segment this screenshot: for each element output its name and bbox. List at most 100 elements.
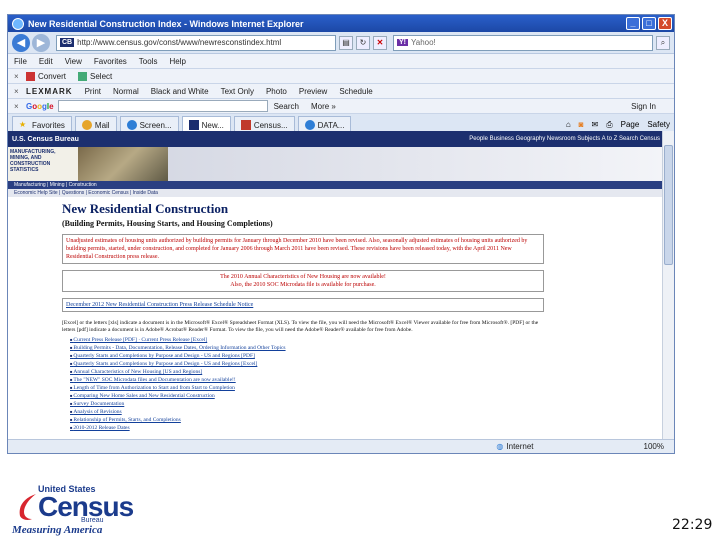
census-top-links[interactable]: People Business Geography Newsroom Subje…: [469, 136, 660, 142]
vertical-scrollbar[interactable]: [662, 131, 674, 441]
lexmark-black-white[interactable]: Black and White: [151, 87, 209, 96]
back-button[interactable]: ◀: [12, 33, 30, 52]
announcement-line[interactable]: Also, the 2010 SOC Microdata file is ava…: [66, 281, 540, 289]
print-icon[interactable]: ⎙: [606, 120, 612, 130]
site-favicon: CB: [60, 38, 75, 47]
google-toolbar: × Google Search More » Sign In: [8, 99, 674, 114]
google-signin-button[interactable]: Sign In: [631, 102, 656, 111]
zoom-level[interactable]: 100%: [644, 442, 664, 451]
lexmark-normal[interactable]: Normal: [113, 87, 139, 96]
close-toolbar-icon[interactable]: ×: [14, 102, 26, 111]
security-zone[interactable]: ◍ Internet: [496, 442, 533, 451]
announcement-box: The 2010 Annual Characteristics of New H…: [62, 270, 544, 292]
ie-icon: [126, 120, 137, 130]
convert-button[interactable]: Convert: [26, 71, 67, 81]
list-item[interactable]: Annual Characteristics of New Housing [U…: [70, 368, 664, 376]
page-subtitle: (Building Permits, Housing Starts, and H…: [62, 219, 273, 228]
list-item[interactable]: Current Press Release [PDF] · Current Pr…: [70, 336, 664, 344]
scrollbar-thumb[interactable]: [664, 145, 673, 265]
list-item[interactable]: Relationship of Permits, Starts, and Com…: [70, 416, 664, 424]
globe-icon: ◍: [496, 442, 504, 451]
list-item[interactable]: Length of Time from Authorization to Sta…: [70, 384, 664, 392]
page-title: New Residential Construction: [62, 201, 229, 216]
select-label: Select: [90, 71, 113, 81]
ie-icon: [304, 120, 315, 130]
menu-tools[interactable]: Tools: [139, 57, 158, 66]
banner-section-title: MANUFACTURING, MINING, AND CONSTRUCTION …: [8, 147, 78, 181]
tab-label: DATA...: [317, 120, 345, 130]
announcement-line[interactable]: The 2010 Annual Characteristics of New H…: [66, 273, 540, 281]
tab-label: New...: [201, 120, 224, 130]
list-item[interactable]: Survey Documentation: [70, 400, 664, 408]
stop-icon[interactable]: ✕: [373, 35, 387, 50]
census-banner: MANUFACTURING, MINING, AND CONSTRUCTION …: [8, 147, 664, 181]
lexmark-photo[interactable]: Photo: [266, 87, 287, 96]
status-bar: ◍ Internet 100%: [8, 439, 674, 453]
menu-view[interactable]: View: [65, 57, 82, 66]
search-engine-label: Yahoo!: [411, 38, 436, 47]
mail-icon[interactable]: ✉: [592, 120, 599, 129]
close-toolbar-icon[interactable]: ×: [14, 72, 26, 81]
maximize-button[interactable]: □: [642, 17, 656, 30]
compat-icon[interactable]: ▤: [339, 35, 353, 50]
refresh-icon[interactable]: ↻: [356, 35, 370, 50]
minimize-button[interactable]: _: [626, 17, 640, 30]
feeds-icon[interactable]: ◙: [579, 120, 584, 129]
mail-icon: [81, 120, 92, 130]
close-toolbar-icon[interactable]: ×: [14, 87, 26, 96]
list-item[interactable]: 2010-2012 Release Dates: [70, 424, 664, 432]
menu-help[interactable]: Help: [169, 57, 185, 66]
logo-bureau: Bureau: [81, 517, 104, 524]
lexmark-toolbar: × LEXMARK Print Normal Black and White T…: [8, 84, 674, 99]
census-logo: United States Census Bureau Measuring Am…: [12, 484, 134, 536]
convert-label: Convert: [38, 71, 67, 81]
forward-button[interactable]: ▶: [32, 33, 50, 52]
home-icon[interactable]: ⌂: [566, 120, 571, 129]
address-row: ◀ ▶ CB http://www.census.gov/const/www/n…: [8, 32, 674, 54]
select-icon: [78, 71, 88, 81]
google-search-input[interactable]: [57, 100, 268, 112]
yahoo-favicon: [240, 120, 251, 130]
zone-label: Internet: [506, 442, 534, 451]
list-item[interactable]: The "NEW" SOC Microdata files and Docume…: [70, 376, 664, 384]
menu-bar: File Edit View Favorites Tools Help: [8, 54, 674, 69]
list-item[interactable]: Quarterly Starts and Completions by Purp…: [70, 360, 664, 368]
lexmark-text-only[interactable]: Text Only: [221, 87, 254, 96]
census-nav[interactable]: Manufacturing | Mining | Construction: [8, 181, 664, 189]
menu-edit[interactable]: Edit: [39, 57, 53, 66]
convert-toolbar: × Convert Select: [8, 69, 674, 84]
list-item[interactable]: Building Permits - Data, Documentation, …: [70, 344, 664, 352]
resource-list: Current Press Release [PDF] · Current Pr…: [70, 336, 664, 432]
tab-label: Screen...: [139, 120, 172, 130]
schedule-notice-link[interactable]: December 2012 New Residential Constructi…: [62, 298, 544, 312]
lexmark-preview[interactable]: Preview: [299, 87, 327, 96]
slide-clock: 22:29: [672, 517, 713, 533]
command-bar: ⌂ ◙ ✉ ⎙ Page Safety: [558, 120, 670, 130]
safety-menu[interactable]: Safety: [647, 120, 670, 129]
google-search-button[interactable]: Search: [274, 102, 299, 111]
list-item[interactable]: Comparing New Home Sales and New Residen…: [70, 392, 664, 400]
census-subnav[interactable]: Economic Help Site | Questions | Economi…: [8, 189, 664, 197]
list-item[interactable]: Analysis of Revisions: [70, 408, 664, 416]
ie-icon: [12, 17, 24, 30]
lexmark-print[interactable]: Print: [85, 87, 101, 96]
google-more-button[interactable]: More »: [311, 102, 336, 111]
census-favicon: [188, 120, 199, 130]
page-menu[interactable]: Page: [621, 120, 640, 129]
tab-label: Census...: [253, 120, 288, 130]
address-bar[interactable]: CB http://www.census.gov/const/www/newre…: [56, 34, 336, 51]
menu-file[interactable]: File: [14, 57, 27, 66]
close-button[interactable]: X: [658, 17, 672, 30]
census-brand[interactable]: U.S. Census Bureau: [12, 136, 79, 143]
tab-label: Favorites: [32, 120, 65, 130]
search-input[interactable]: Y! Yahoo!: [393, 34, 653, 51]
banner-photo: [78, 147, 168, 181]
list-item[interactable]: Quarterly Starts and Completions by Purp…: [70, 352, 664, 360]
address-url: http://www.census.gov/const/www/newresco…: [77, 38, 282, 47]
revision-notice: Unadjusted estimates of housing units au…: [62, 234, 544, 264]
select-button[interactable]: Select: [78, 71, 113, 81]
lexmark-schedule[interactable]: Schedule: [339, 87, 372, 96]
menu-favorites[interactable]: Favorites: [94, 57, 127, 66]
swoosh-icon: [19, 494, 36, 520]
search-icon[interactable]: ⌕: [656, 35, 670, 50]
